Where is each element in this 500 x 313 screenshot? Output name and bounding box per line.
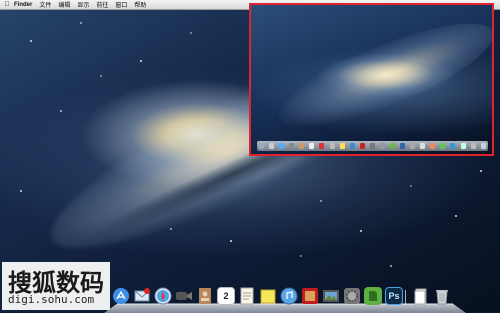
menu-file[interactable]: 文件	[39, 0, 51, 9]
contacts-icon[interactable]	[196, 287, 214, 305]
itunes-icon[interactable]	[280, 287, 298, 305]
mini-dock-icon	[319, 143, 325, 149]
evernote-icon[interactable]	[364, 287, 382, 305]
menu-go[interactable]: 前往	[96, 0, 108, 9]
mini-dock-icon	[470, 143, 476, 149]
mini-dock-icon	[259, 143, 264, 149]
mail-icon[interactable]	[133, 287, 151, 305]
photoshop-label: Ps	[388, 291, 400, 301]
calendar-icon[interactable]: 2	[217, 287, 235, 305]
mini-dock-icon	[369, 143, 375, 149]
iphoto-icon[interactable]	[322, 287, 340, 305]
system-preferences-icon[interactable]	[343, 287, 361, 305]
mini-dock-icon	[420, 143, 426, 149]
facetime-icon[interactable]	[175, 287, 193, 305]
menu-view[interactable]: 显示	[77, 0, 89, 9]
mini-dock-icon	[450, 143, 456, 149]
photo-booth-icon[interactable]	[301, 287, 319, 305]
watermark-url: digi.sohu.com	[8, 293, 95, 306]
mini-dock-icon	[359, 143, 365, 149]
dock-separator	[405, 290, 406, 305]
documents-icon[interactable]	[412, 287, 430, 305]
mini-dock-icon	[289, 143, 295, 149]
safari-icon[interactable]	[154, 287, 172, 305]
mini-dock-icon	[269, 143, 275, 149]
mini-dock-icon	[410, 143, 416, 149]
mini-dock-icon	[460, 143, 466, 149]
mini-dock-icon	[299, 143, 305, 149]
menu-finder[interactable]: Finder	[14, 2, 32, 8]
menu-edit[interactable]: 编辑	[58, 0, 70, 9]
calendar-date: 2	[223, 291, 229, 301]
mini-dock-icon	[390, 143, 396, 149]
dock: 2 Ps	[112, 287, 462, 307]
mini-dock-icon	[440, 143, 446, 149]
menu-help[interactable]: 帮助	[134, 0, 146, 9]
inset-zoom-view	[249, 3, 494, 156]
sohu-digital-watermark: 搜狐数码 digi.sohu.com	[2, 262, 110, 310]
notes-icon[interactable]	[238, 287, 256, 305]
photoshop-icon[interactable]: Ps	[385, 287, 403, 305]
menu-window[interactable]: 窗口	[115, 0, 127, 9]
inset-galaxy-band	[268, 5, 492, 146]
mini-dock-icon	[480, 143, 486, 149]
mini-dock-icon	[279, 143, 285, 149]
trash-icon[interactable]	[433, 287, 451, 305]
mini-dock-icon	[379, 143, 385, 149]
apple-menu-icon[interactable]: 	[0, 1, 14, 8]
mini-dock-icon	[329, 143, 335, 149]
app-store-icon[interactable]	[112, 287, 130, 305]
mini-dock-icon	[349, 143, 355, 149]
mini-dock-icon	[400, 143, 406, 149]
mini-dock-icon	[309, 143, 315, 149]
mini-dock-icon	[430, 143, 436, 149]
inset-dock	[257, 141, 488, 151]
mini-dock-icon	[339, 143, 345, 149]
stickies-icon[interactable]	[259, 287, 277, 305]
